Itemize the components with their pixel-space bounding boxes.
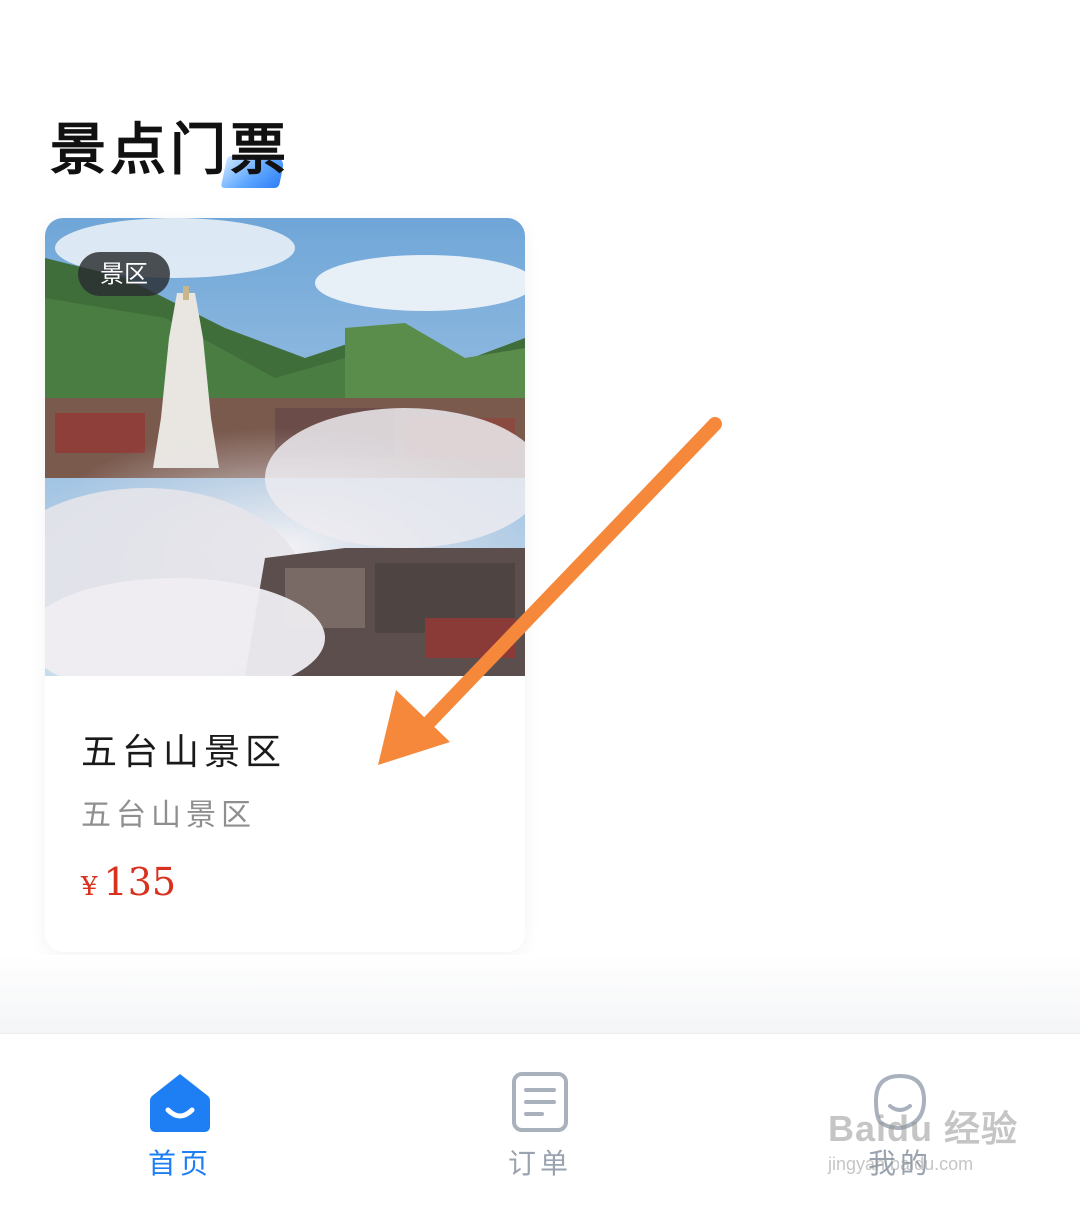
tab-orders-label: 订单	[507, 1147, 572, 1180]
tab-orders[interactable]: 订单	[440, 1034, 640, 1208]
order-icon	[512, 1072, 568, 1132]
content-fade	[0, 955, 1080, 1033]
attraction-description: 五台山景区	[81, 798, 256, 833]
price-value: 135	[103, 860, 177, 904]
tab-home-label: 首页	[147, 1147, 212, 1180]
attraction-card[interactable]: 景区 五台山景区 五台山景区 ¥135	[45, 218, 525, 952]
page-header: 景点门票	[50, 112, 290, 192]
watermark-main: Baidu 经验	[828, 1108, 1019, 1149]
category-badge: 景区	[78, 252, 170, 296]
baidu-watermark: Baidu 经验 jingyan.baidu.com	[828, 1100, 1048, 1190]
page-title: 景点门票	[50, 117, 290, 183]
currency-symbol: ¥	[81, 872, 98, 902]
tab-home[interactable]: 首页	[80, 1034, 280, 1208]
attraction-name[interactable]: 五台山景区	[81, 723, 286, 775]
price-tag: ¥135	[81, 860, 176, 904]
watermark-url: jingyan.baidu.com	[828, 1154, 974, 1174]
home-icon	[150, 1074, 210, 1132]
